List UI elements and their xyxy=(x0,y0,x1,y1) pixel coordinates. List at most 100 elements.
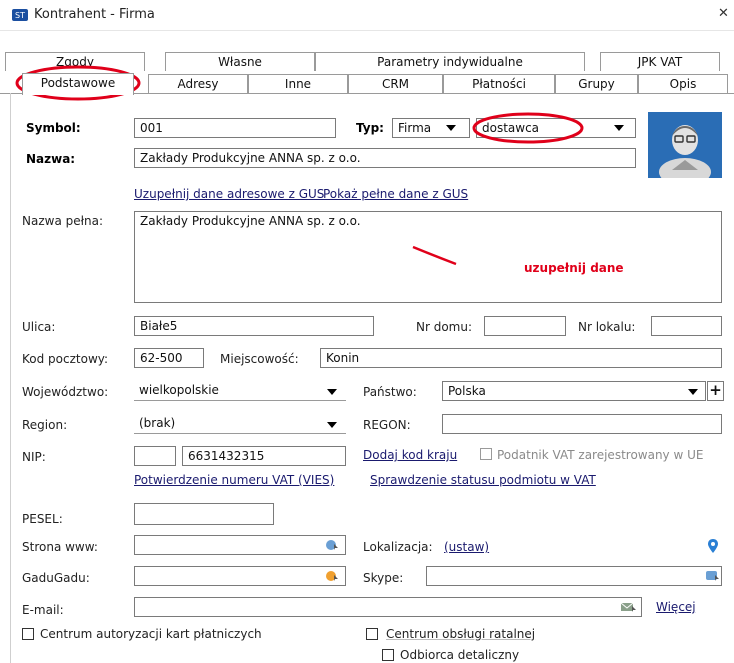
annotation-ellipse-dostawca xyxy=(472,112,584,144)
kod-pocztowy-input[interactable]: 62-500 xyxy=(134,348,204,368)
wiecej-link[interactable]: Więcej xyxy=(656,600,696,614)
window-title: Kontrahent - Firma xyxy=(34,7,155,22)
ulica-label: Ulica: xyxy=(22,320,56,334)
tab-jpk-vat[interactable]: JPK VAT xyxy=(600,52,720,71)
skype-input[interactable] xyxy=(426,566,722,586)
wojewodztwo-value: wielkopolskie xyxy=(139,383,219,397)
odbiorca-label: Odbiorca detaliczny xyxy=(400,648,520,662)
close-icon[interactable]: ✕ xyxy=(718,6,729,21)
tab-label: Płatności xyxy=(472,77,526,91)
centrum-rat-label: Centrum obsługi ratalnej xyxy=(386,627,536,641)
annotation-stroke xyxy=(412,245,457,266)
panstwo-label: Państwo: xyxy=(363,385,417,399)
tab-label: Parametry indywidualne xyxy=(377,55,523,69)
status-vat-link[interactable]: Sprawdzenie statusu podmiotu w VAT xyxy=(370,473,596,487)
email-label: E-mail: xyxy=(22,603,64,617)
nr-lokalu-input[interactable] xyxy=(651,316,722,336)
plus-icon: + xyxy=(709,381,722,399)
gadugadu-label: GaduGadu: xyxy=(22,571,90,585)
miejscowosc-label: Miejscowość: xyxy=(220,352,299,366)
region-label: Region: xyxy=(22,418,68,432)
tab-crm[interactable]: CRM xyxy=(348,74,443,93)
pesel-label: PESEL: xyxy=(22,512,63,526)
tab-label: Inne xyxy=(284,77,312,91)
tab-label: JPK VAT xyxy=(637,55,683,69)
gus-show-data-link[interactable]: Pokaż pełne dane z GUS xyxy=(323,187,468,201)
tab-grupy[interactable]: Grupy xyxy=(555,74,638,93)
wojewodztwo-chevron-down-icon xyxy=(327,389,337,395)
nr-domu-input[interactable] xyxy=(484,316,566,336)
app-icon: ST xyxy=(12,9,28,21)
tab-opis[interactable]: Opis xyxy=(638,74,728,93)
ulica-input[interactable]: Białe5 xyxy=(134,316,374,336)
nip-prefix-input[interactable] xyxy=(134,446,176,466)
tab-parametry[interactable]: Parametry indywidualne xyxy=(315,52,585,71)
nazwa-label: Nazwa: xyxy=(26,152,76,166)
wojewodztwo-select[interactable]: wielkopolskie xyxy=(134,381,346,401)
typ-label: Typ: xyxy=(356,121,384,135)
nazwa-pelna-value: Zakłady Produkcyjne ANNA sp. z o.o. xyxy=(140,214,361,228)
nazwa-pelna-label: Nazwa pełna: xyxy=(22,214,104,228)
globe-link-icon[interactable] xyxy=(325,539,339,551)
tab-wlasne[interactable]: Własne xyxy=(165,52,315,71)
tab-adresy[interactable]: Adresy xyxy=(148,74,248,93)
avatar[interactable] xyxy=(648,112,722,186)
lokalizacja-label: Lokalizacja: xyxy=(363,540,433,554)
title-bar: ST Kontrahent - Firma ✕ xyxy=(0,0,734,31)
odbiorca-checkbox[interactable] xyxy=(382,649,394,661)
nr-lokalu-label: Nr lokalu: xyxy=(578,320,636,334)
panel-left-border xyxy=(10,93,11,663)
tab-platnosci[interactable]: Płatności xyxy=(443,74,555,93)
centrum-kart-label: Centrum autoryzacji kart płatniczych xyxy=(40,627,262,641)
tab-podstawowe[interactable]: Podstawowe xyxy=(22,73,134,95)
nip-input[interactable]: 6631432315 xyxy=(182,446,346,466)
svg-text:ST: ST xyxy=(15,11,25,20)
gus-fill-address-link[interactable]: Uzupełnij dane adresowe z GUS xyxy=(134,187,324,201)
tab-label: Własne xyxy=(218,55,262,69)
symbol-label: Symbol: xyxy=(26,121,81,135)
annotation-text: uzupełnij dane xyxy=(524,261,624,275)
typ-select[interactable]: Firma xyxy=(392,118,470,138)
region-value: (brak) xyxy=(139,416,176,430)
dodaj-kod-kraju-link[interactable]: Dodaj kod kraju xyxy=(363,448,457,462)
region-chevron-down-icon xyxy=(327,422,337,428)
panstwo-select[interactable]: Polska xyxy=(442,381,706,401)
gadugadu-input[interactable] xyxy=(134,566,346,586)
tab-label: CRM xyxy=(381,77,410,91)
www-label: Strona www: xyxy=(22,540,98,554)
gadugadu-icon[interactable] xyxy=(325,570,339,582)
vat-ue-label: Podatnik VAT zarejestrowany w UE xyxy=(497,448,704,462)
vies-link[interactable]: Potwierdzenie numeru VAT (VIES) xyxy=(134,473,334,487)
regon-input[interactable] xyxy=(442,414,722,434)
typ-value: Firma xyxy=(398,121,432,135)
region-select[interactable]: (brak) xyxy=(134,414,346,434)
map-pin-icon[interactable] xyxy=(708,539,718,553)
skype-icon[interactable] xyxy=(706,570,720,582)
vat-ue-checkbox[interactable] xyxy=(480,448,492,460)
miejscowosc-input[interactable]: Konin xyxy=(320,348,722,368)
centrum-rat-checkbox[interactable] xyxy=(366,628,378,640)
email-input[interactable] xyxy=(134,597,642,617)
user-avatar-icon xyxy=(659,125,711,186)
tab-label: Grupy xyxy=(578,77,615,91)
typ-chevron-down-icon xyxy=(446,125,456,131)
tab-inne[interactable]: Inne xyxy=(248,74,348,93)
skype-label: Skype: xyxy=(363,571,404,585)
pesel-input[interactable] xyxy=(134,503,274,525)
nazwa-input[interactable]: Zakłady Produkcyjne ANNA sp. z o.o. xyxy=(134,148,636,168)
centrum-kart-checkbox[interactable] xyxy=(22,628,34,640)
lokalizacja-set-link[interactable]: (ustaw) xyxy=(444,540,489,554)
email-send-icon[interactable] xyxy=(621,601,637,613)
www-input[interactable] xyxy=(134,535,346,555)
regon-label: REGON: xyxy=(363,418,411,432)
wojewodztwo-label: Województwo: xyxy=(22,385,109,399)
panstwo-chevron-down-icon xyxy=(688,389,698,395)
panstwo-add-button[interactable]: + xyxy=(707,381,724,401)
nr-domu-label: Nr domu: xyxy=(416,320,473,334)
symbol-input[interactable]: 001 xyxy=(134,118,336,138)
tab-label: Adresy xyxy=(177,77,219,91)
nip-label: NIP: xyxy=(22,450,46,464)
tab-label: Podstawowe xyxy=(40,76,116,90)
typ2-chevron-down-icon xyxy=(614,125,624,131)
tab-label: Opis xyxy=(669,77,697,91)
